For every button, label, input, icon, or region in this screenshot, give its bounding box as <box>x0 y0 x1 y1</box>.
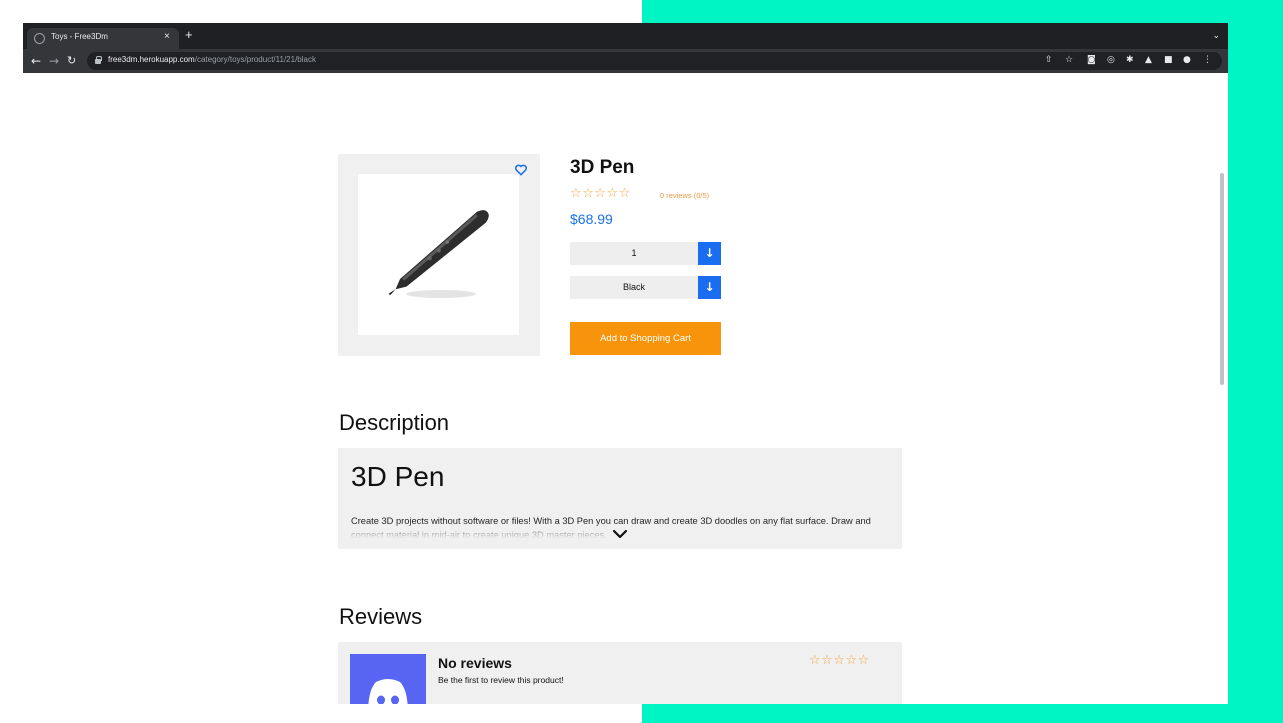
new-tab-button[interactable]: + <box>185 27 193 43</box>
forward-icon[interactable]: → <box>49 53 59 69</box>
reviews-count-link[interactable]: 0 reviews (0/5) <box>660 191 709 200</box>
reload-icon[interactable]: ↻ <box>67 53 76 69</box>
product-rating-stars: ☆☆☆☆☆ <box>570 186 631 201</box>
description-title: 3D Pen <box>351 461 445 492</box>
heart-icon[interactable] <box>514 162 528 176</box>
arrow-down-icon[interactable]: ↓ <box>698 242 721 265</box>
tab-close-button[interactable]: × <box>164 31 170 42</box>
description-heading: Description <box>339 410 450 435</box>
address-bar[interactable]: free3dm.herokuapp.com/category/toys/prod… <box>87 52 1222 70</box>
labs-icon[interactable]: ▲ <box>1145 55 1152 65</box>
arrow-down-icon[interactable]: ↓ <box>698 276 721 299</box>
tab-title: Toys - Free3Dm <box>51 32 108 41</box>
product-image-frame <box>338 154 540 356</box>
quantity-value: 1 <box>631 248 637 258</box>
product-price: $68.99 <box>570 211 613 227</box>
review-rating-stars: ☆☆☆☆☆ <box>809 653 870 668</box>
3d-pen-image <box>388 210 489 298</box>
description-box: 3D Pen Create 3D projects without softwa… <box>338 448 902 549</box>
menu-icon[interactable]: ⋮ <box>1203 55 1212 65</box>
color-select[interactable]: Black ↓ <box>570 276 721 299</box>
browser-window: Toys - Free3Dm × + ⌄ ← → ↻ free3dm.herok… <box>23 23 1228 704</box>
product-image[interactable] <box>358 174 519 335</box>
screenshot-stage: Toys - Free3Dm × + ⌄ ← → ↻ free3dm.herok… <box>0 0 1283 723</box>
scrollbar-thumb[interactable] <box>1220 173 1224 385</box>
color-value: Black <box>622 282 645 292</box>
globe-icon <box>34 33 45 44</box>
browser-tab[interactable]: Toys - Free3Dm × <box>27 28 179 49</box>
extension-icon[interactable]: ◎ <box>1107 55 1115 65</box>
tab-strip: Toys - Free3Dm × + ⌄ <box>23 23 1228 49</box>
back-icon[interactable]: ← <box>31 53 41 69</box>
browser-toolbar: ← → ↻ free3dm.herokuapp.com/category/toy… <box>23 49 1228 73</box>
url-text[interactable]: free3dm.herokuapp.com/category/toys/prod… <box>108 55 316 64</box>
chevron-down-icon[interactable] <box>612 525 628 539</box>
camera-icon[interactable]: ◙ <box>1087 55 1096 65</box>
quantity-select[interactable]: 1 ↓ <box>570 242 721 265</box>
reviews-heading: Reviews <box>339 604 423 629</box>
add-to-cart-button[interactable]: Add to Shopping Cart <box>570 322 721 355</box>
no-reviews-text: Be the first to review this product! <box>438 675 564 685</box>
share-icon[interactable]: ⇧ <box>1045 55 1053 65</box>
product-title: 3D Pen <box>570 157 635 178</box>
discord-icon <box>350 654 426 704</box>
puzzle-icon[interactable]: ✱ <box>1126 55 1134 65</box>
page-content: 3D Pen ☆☆☆☆☆ 0 reviews (0/5) $68.99 1 ↓ … <box>23 73 1228 704</box>
lock-icon <box>95 56 102 64</box>
sidepanel-icon[interactable]: ■ <box>1164 55 1173 65</box>
no-reviews-title: No reviews <box>438 655 512 671</box>
profile-icon[interactable]: ● <box>1183 55 1191 65</box>
tab-search-chevron-icon[interactable]: ⌄ <box>1212 30 1220 41</box>
review-item: No reviews Be the first to review this p… <box>338 642 902 704</box>
bookmark-star-icon[interactable]: ☆ <box>1065 55 1073 65</box>
